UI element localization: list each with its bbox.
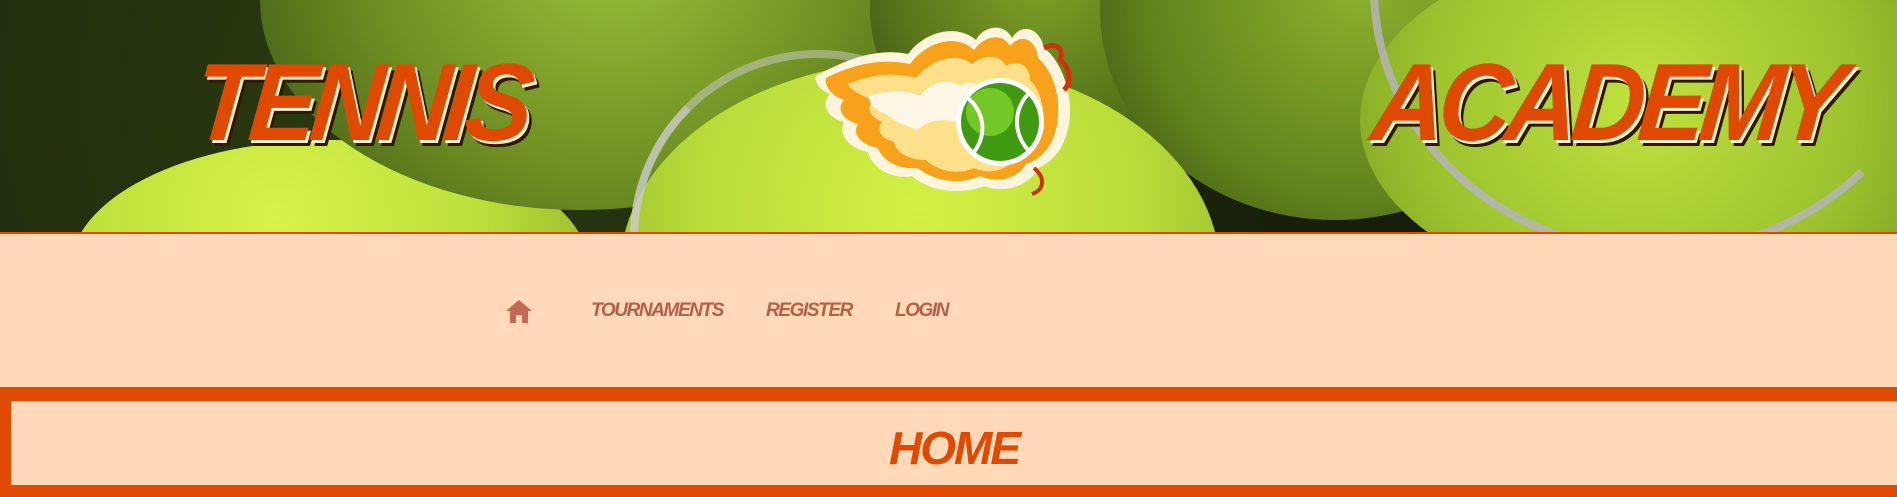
page-heading-bar: HOME	[0, 387, 1897, 497]
main-navigation: TOURNAMENTS REGISTER LOGIN	[0, 234, 1897, 386]
hero-banner: TENNIS ACADEMY	[0, 0, 1897, 234]
nav-link-login[interactable]: LOGIN	[895, 300, 950, 322]
nav-link-tournaments[interactable]: TOURNAMENTS	[591, 300, 724, 322]
flaming-tennis-ball-icon	[815, 27, 1072, 196]
home-icon[interactable]	[505, 298, 533, 324]
nav-link-register[interactable]: REGISTER	[766, 300, 853, 322]
banner-title-tennis: TENNIS	[188, 41, 534, 164]
page-title: HOME	[889, 422, 1021, 474]
banner-title-academy: ACADEMY	[1366, 41, 1846, 164]
